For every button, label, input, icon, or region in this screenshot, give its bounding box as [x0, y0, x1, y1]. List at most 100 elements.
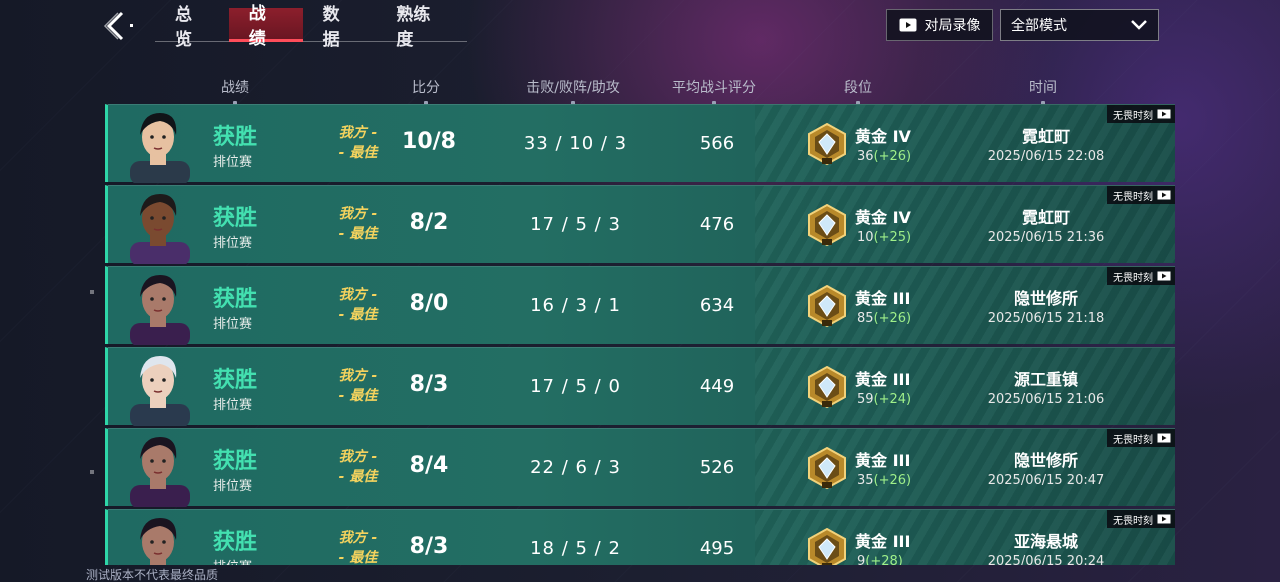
video-icon [899, 18, 916, 32]
mode-select[interactable]: 全部模式 [1000, 9, 1159, 41]
tab-match-history[interactable]: 战绩 [228, 4, 303, 49]
rank-points: 36(+26) [857, 149, 911, 164]
match-score: 8/0 [409, 291, 449, 316]
rank-name: 黄金 III [855, 451, 911, 470]
mvp-line-1: 我方 - [338, 125, 378, 141]
column-header-kda: 击败/败阵/助攻 [505, 77, 641, 105]
agent-portrait-icon [130, 437, 190, 507]
rank-rating-delta: (+28) [865, 554, 903, 565]
edge-marker [90, 290, 94, 294]
match-list: 获胜 排位赛 我方 - - 最佳 10/8 33 / 10 / 3 566 黄金… [105, 104, 1175, 565]
mvp-line-2: - 最佳 [338, 226, 378, 242]
tab-overview[interactable]: 总览 [155, 5, 229, 50]
map-name: 隐世修所 [1013, 451, 1078, 470]
rank-emblem-icon [808, 284, 846, 328]
rank-emblem-icon [808, 203, 846, 247]
match-time: 2025/06/15 22:08 [987, 149, 1105, 164]
edge-marker [90, 470, 94, 474]
rank-name: 黄金 III [855, 289, 911, 308]
film-icon [1157, 433, 1171, 443]
back-button[interactable] [100, 8, 140, 44]
column-header-acs: 平均战斗评分 [662, 77, 766, 105]
match-row[interactable]: 获胜 排位赛 我方 - - 最佳 8/2 17 / 5 / 3 476 黄金 I… [105, 185, 1175, 264]
highlight-moment-button[interactable]: 无畏时刻 [1107, 267, 1175, 285]
film-icon [1157, 514, 1171, 524]
match-score: 10/8 [402, 129, 456, 154]
queue-type: 排位赛 [213, 479, 253, 494]
agent-portrait-icon [130, 194, 190, 264]
column-header-time: 时间 [1013, 77, 1073, 105]
highlight-moment-button[interactable]: 无畏时刻 [1107, 105, 1175, 123]
column-header-score: 比分 [396, 77, 456, 105]
rank-gold-icon [805, 365, 849, 409]
highlight-moment-button[interactable]: 无畏时刻 [1107, 429, 1175, 447]
acs-value: 566 [699, 133, 735, 154]
match-row[interactable]: 获胜 排位赛 我方 - - 最佳 8/0 16 / 3 / 1 634 黄金 I… [105, 266, 1175, 345]
highlight-moment-label: 无畏时刻 [1113, 515, 1153, 527]
agent-portrait-icon [130, 275, 190, 345]
agent-portrait-icon [130, 356, 190, 426]
rank-points: 85(+26) [857, 311, 911, 326]
agent-portrait [120, 429, 198, 507]
rank-gold-icon [805, 203, 849, 247]
mvp-line-2: - 最佳 [338, 550, 378, 565]
rank-rating: 35 [857, 473, 874, 488]
agent-portrait [120, 348, 198, 426]
map-name: 亚海悬城 [1013, 532, 1078, 551]
mvp-line-1: 我方 - [338, 368, 378, 384]
acs-value: 526 [699, 457, 735, 478]
agent-portrait [120, 186, 198, 264]
team-mvp-badge: 我方 - - 最佳 [323, 123, 393, 163]
highlight-moment-button[interactable]: 无畏时刻 [1107, 510, 1175, 528]
rank-rating-delta: (+26) [873, 311, 912, 326]
acs-value: 476 [699, 214, 735, 235]
match-time: 2025/06/15 21:06 [987, 392, 1105, 407]
rank-gold-icon [805, 284, 849, 328]
match-result: 获胜 [213, 368, 258, 393]
mvp-line-2: - 最佳 [338, 388, 378, 404]
map-name: 隐世修所 [1013, 289, 1078, 308]
mvp-line-2: - 最佳 [338, 307, 378, 323]
match-row[interactable]: 获胜 排位赛 我方 - - 最佳 8/4 22 / 6 / 3 526 黄金 I… [105, 428, 1175, 507]
match-score: 8/3 [409, 534, 449, 559]
replay-label: 对局录像 [924, 18, 981, 34]
rank-emblem-icon [808, 446, 846, 490]
film-icon [1157, 271, 1171, 281]
tab-mastery[interactable]: 熟练度 [376, 5, 467, 50]
replay-button[interactable]: 对局录像 [886, 9, 993, 41]
match-row[interactable]: 获胜 排位赛 我方 - - 最佳 8/3 18 / 5 / 2 495 黄金 I… [105, 509, 1175, 565]
acs-value: 449 [699, 376, 735, 397]
rank-rating: 36 [857, 149, 874, 164]
film-icon [1157, 190, 1171, 200]
match-row[interactable]: 获胜 排位赛 我方 - - 最佳 10/8 33 / 10 / 3 566 黄金… [105, 104, 1175, 183]
match-result: 获胜 [213, 530, 258, 555]
team-mvp-badge: 我方 - - 最佳 [323, 366, 393, 406]
rank-rating: 10 [857, 230, 874, 245]
mvp-line-2: - 最佳 [338, 145, 378, 161]
rank-rating-delta: (+26) [873, 473, 912, 488]
match-result: 获胜 [213, 449, 258, 474]
match-time: 2025/06/15 20:24 [987, 554, 1105, 565]
kda-value: 33 / 10 / 3 [523, 133, 628, 154]
rank-name: 黄金 III [855, 370, 911, 389]
mvp-line-2: - 最佳 [338, 469, 378, 485]
rank-rating-delta: (+24) [873, 392, 912, 407]
highlight-moment-label: 无畏时刻 [1113, 272, 1153, 284]
rank-points: 35(+26) [857, 473, 911, 488]
rank-rating: 85 [857, 311, 874, 326]
match-row[interactable]: 获胜 排位赛 我方 - - 最佳 8/3 17 / 5 / 0 449 黄金 I… [105, 347, 1175, 426]
column-header-rank: 段位 [828, 77, 888, 105]
kda-value: 17 / 5 / 0 [530, 376, 621, 397]
map-name: 源工重镇 [1013, 370, 1078, 389]
mvp-line-1: 我方 - [338, 530, 378, 546]
agent-portrait [120, 105, 198, 183]
acs-value: 495 [699, 538, 735, 559]
tab-bar: 总览 战绩 数据 熟练度 [155, 4, 467, 50]
match-result: 获胜 [213, 206, 258, 231]
highlight-moment-button[interactable]: 无畏时刻 [1107, 186, 1175, 204]
rank-name: 黄金 IV [855, 208, 911, 227]
kda-value: 17 / 5 / 3 [530, 214, 621, 235]
queue-type: 排位赛 [213, 317, 253, 332]
tab-stats[interactable]: 数据 [303, 5, 377, 50]
mvp-line-1: 我方 - [338, 206, 378, 222]
